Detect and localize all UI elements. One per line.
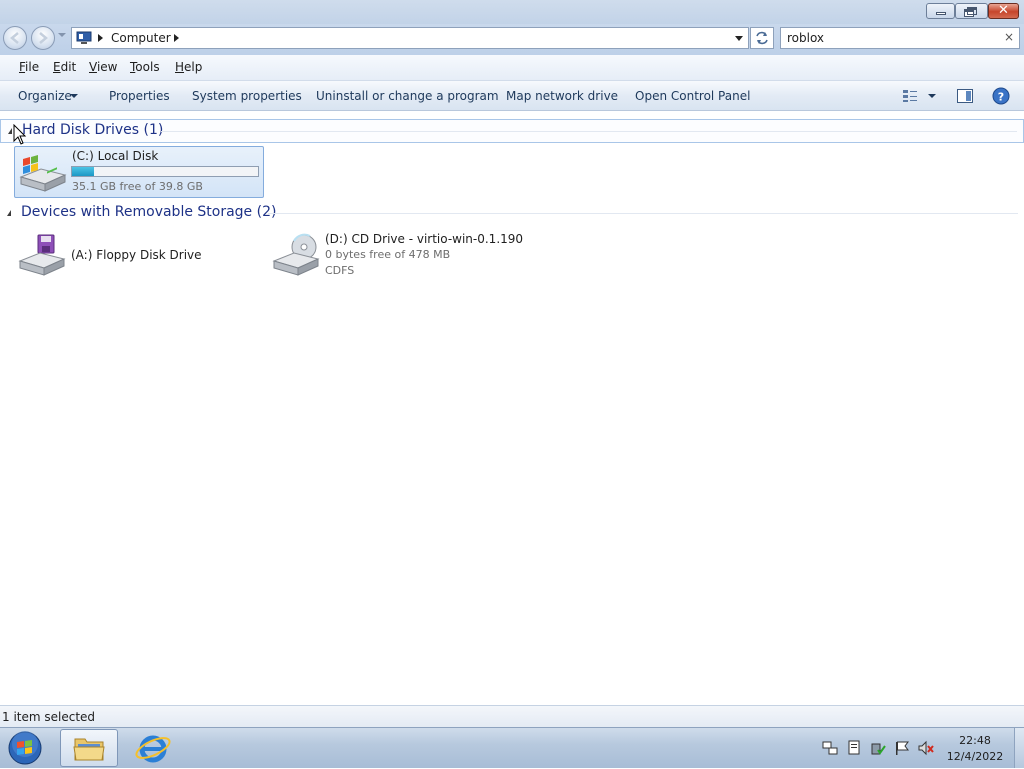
address-bar[interactable]: Computer	[71, 27, 749, 49]
menu-view[interactable]: View	[89, 60, 117, 74]
menu-bar: File Edit View Tools Help	[0, 55, 1024, 81]
preview-pane-icon[interactable]	[957, 89, 973, 103]
breadcrumb-computer[interactable]: Computer	[111, 31, 171, 45]
properties-button[interactable]: Properties	[109, 89, 170, 103]
taskbar-explorer-button[interactable]	[60, 729, 118, 767]
floppy-drive-icon	[18, 234, 66, 276]
views-dropdown-icon[interactable]	[928, 94, 936, 98]
hard-disk-windows-icon	[19, 155, 67, 192]
drive-name: (D:) CD Drive - virtio-win-0.1.190	[325, 232, 524, 246]
group-title: Hard Disk Drives (1)	[22, 122, 164, 138]
safely-remove-hardware-icon[interactable]	[870, 740, 886, 756]
help-icon[interactable]: ?	[992, 87, 1010, 105]
uninstall-program-button[interactable]: Uninstall or change a program	[316, 89, 499, 103]
drive-c-local-disk[interactable]: (C:) Local Disk 35.1 GB free of 39.8 GB	[14, 146, 264, 198]
action-center-flag-icon[interactable]	[894, 740, 910, 756]
collapse-triangle-icon[interactable]	[8, 128, 12, 134]
network-tray-icon[interactable]	[822, 740, 838, 756]
open-control-panel-button[interactable]: Open Control Panel	[635, 89, 750, 103]
drive-filesystem: CDFS	[325, 264, 355, 277]
cd-drive-icon	[272, 233, 320, 276]
system-properties-button[interactable]: System properties	[192, 89, 302, 103]
refresh-button[interactable]	[750, 27, 774, 49]
close-icon: ✕	[998, 3, 1009, 18]
drive-free-space: 0 bytes free of 478 MB	[325, 248, 451, 261]
address-dropdown-icon[interactable]	[735, 36, 743, 41]
group-title: Devices with Removable Storage (2)	[21, 204, 277, 220]
title-bar: ✕	[0, 0, 1024, 24]
forward-arrow-icon	[39, 32, 48, 44]
drive-name: (A:) Floppy Disk Drive	[71, 248, 202, 262]
navigation-bar: Computer roblox ×	[0, 24, 1024, 55]
search-input[interactable]: roblox ×	[780, 27, 1020, 49]
disk-usage-bar	[71, 166, 259, 177]
clear-search-icon[interactable]: ×	[1004, 30, 1014, 44]
drive-a-floppy[interactable]: (A:) Floppy Disk Drive	[14, 229, 264, 281]
group-header-removable-storage[interactable]: Devices with Removable Storage (2)	[0, 202, 1024, 226]
breadcrumb-separator-icon[interactable]	[174, 34, 179, 42]
recent-pages-dropdown[interactable]	[58, 33, 66, 37]
refresh-icon	[756, 31, 768, 45]
menu-tools[interactable]: Tools	[130, 60, 160, 74]
map-network-drive-button[interactable]: Map network drive	[506, 89, 618, 103]
breadcrumb-separator-icon[interactable]	[98, 34, 103, 42]
file-view[interactable]: Hard Disk Drives (1) (C:) Local Disk 35.…	[0, 111, 1024, 705]
menu-edit[interactable]: Edit	[53, 60, 76, 74]
clock-time[interactable]: 22:48	[940, 734, 1010, 747]
status-bar: 1 item selected	[0, 705, 1024, 727]
group-header-hard-disk-drives[interactable]: Hard Disk Drives (1)	[0, 119, 1024, 143]
drive-free-space: 35.1 GB free of 39.8 GB	[72, 180, 203, 193]
minimize-button[interactable]	[926, 3, 955, 19]
close-button[interactable]: ✕	[988, 3, 1019, 19]
search-query[interactable]: roblox	[787, 31, 824, 45]
internet-explorer-icon[interactable]	[126, 729, 180, 767]
disk-usage-fill	[72, 167, 95, 176]
svg-text:?: ?	[998, 91, 1004, 104]
group-divider	[268, 213, 1018, 214]
clock-date[interactable]: 12/4/2022	[940, 750, 1010, 763]
group-divider	[161, 131, 1017, 132]
collapse-triangle-icon[interactable]	[7, 210, 11, 216]
document-tray-icon[interactable]	[846, 740, 862, 756]
organize-dropdown-icon[interactable]	[70, 94, 78, 98]
back-button[interactable]	[3, 26, 27, 50]
drive-name: (C:) Local Disk	[72, 149, 159, 163]
mouse-cursor-icon	[13, 124, 27, 145]
computer-icon	[76, 31, 92, 44]
start-button[interactable]	[6, 730, 44, 766]
change-view-icon[interactable]	[902, 89, 918, 103]
back-arrow-icon	[10, 32, 19, 44]
folder-icon	[73, 738, 105, 761]
command-bar: Organize Properties System properties Un…	[0, 81, 1024, 111]
taskbar: 22:48 12/4/2022	[0, 727, 1024, 768]
forward-button[interactable]	[31, 26, 55, 50]
volume-muted-icon[interactable]	[918, 740, 934, 756]
show-desktop-button[interactable]	[1014, 728, 1024, 768]
status-text: 1 item selected	[2, 710, 96, 724]
menu-help[interactable]: Help	[175, 60, 202, 74]
drive-d-cd[interactable]: (D:) CD Drive - virtio-win-0.1.190 0 byt…	[268, 229, 568, 285]
organize-button[interactable]: Organize	[18, 89, 72, 103]
restore-button[interactable]	[955, 3, 988, 19]
menu-file[interactable]: File	[19, 60, 39, 74]
